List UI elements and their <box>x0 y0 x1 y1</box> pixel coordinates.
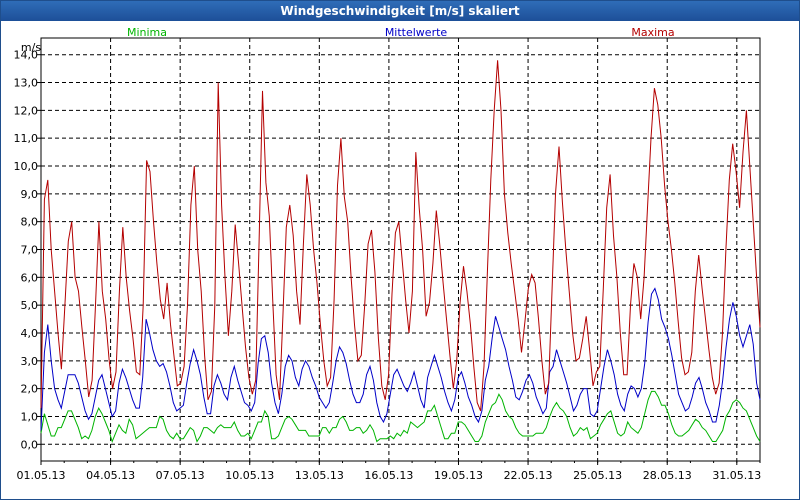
wind-speed-chart: m/s0,01,02,03,04,05,06,07,08,09,010,011,… <box>14 26 762 482</box>
y-tick-label: 6,0 <box>21 271 39 284</box>
y-tick-label: 1,0 <box>21 410 39 423</box>
x-tick-label: 31.05.13 <box>712 469 761 482</box>
y-tick-label: 12,0 <box>14 104 39 117</box>
y-tick-label: 11,0 <box>14 132 39 145</box>
chart-title: Windgeschwindigkeit [m/s] skaliert <box>1 1 799 21</box>
y-tick-label: 13,0 <box>14 77 39 90</box>
legend-maxima: Maxima <box>631 26 674 39</box>
x-tick-label: 10.05.13 <box>225 469 274 482</box>
x-tick-label: 25.05.13 <box>573 469 622 482</box>
legend-minima: Minima <box>127 26 167 39</box>
y-tick-label: 14,0 <box>14 49 39 62</box>
y-tick-label: 8,0 <box>21 216 39 229</box>
y-tick-label: 4,0 <box>21 327 39 340</box>
y-tick-label: 10,0 <box>14 160 39 173</box>
x-tick-label: 01.05.13 <box>17 469 66 482</box>
y-tick-label: 3,0 <box>21 355 39 368</box>
x-tick-label: 16.05.13 <box>364 469 413 482</box>
y-tick-label: 2,0 <box>21 383 39 396</box>
x-tick-label: 28.05.13 <box>643 469 692 482</box>
y-tick-label: 5,0 <box>21 299 39 312</box>
x-tick-label: 04.05.13 <box>86 469 135 482</box>
y-tick-label: 9,0 <box>21 188 39 201</box>
y-tick-label: 0,0 <box>21 438 39 451</box>
x-tick-label: 22.05.13 <box>504 469 553 482</box>
x-tick-label: 07.05.13 <box>156 469 205 482</box>
chart-window: Windgeschwindigkeit [m/s] skaliert m/s 0,… <box>0 0 800 500</box>
legend-mittelwerte: Mittelwerte <box>385 26 448 39</box>
y-tick-label: 7,0 <box>21 244 39 257</box>
x-tick-label: 19.05.13 <box>434 469 483 482</box>
x-tick-label: 13.05.13 <box>295 469 344 482</box>
